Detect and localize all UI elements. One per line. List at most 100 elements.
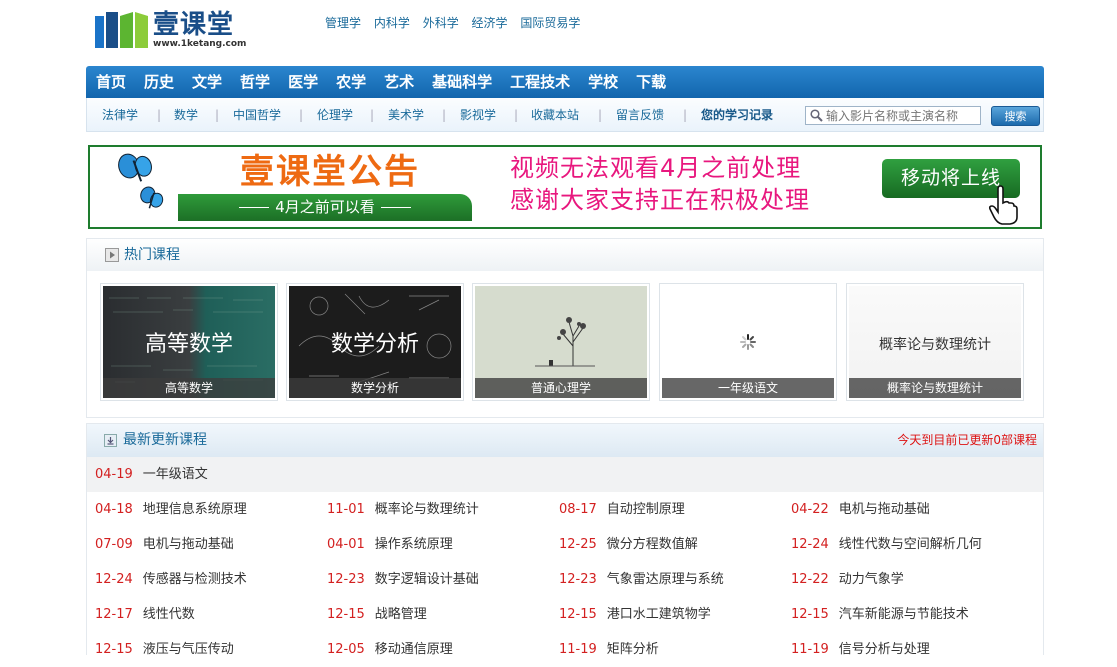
list-item[interactable]: 11-01 概率论与数理统计 bbox=[327, 492, 479, 527]
subnav-item[interactable]: 伦理学 bbox=[317, 98, 353, 132]
list-item[interactable]: 12-23 气象雷达原理与系统 bbox=[559, 562, 724, 597]
search-icon bbox=[810, 109, 823, 122]
list-item-date: 12-15 bbox=[791, 607, 829, 622]
list-item[interactable]: 12-22 动力气象学 bbox=[791, 562, 904, 597]
nav-item[interactable]: 首页 bbox=[86, 66, 135, 98]
subnav-item[interactable]: 中国哲学 bbox=[233, 98, 281, 132]
course-card[interactable]: 一年级语文 bbox=[659, 283, 837, 401]
list-item-date: 08-17 bbox=[559, 502, 597, 517]
list-item[interactable]: 12-17 线性代数 bbox=[95, 597, 195, 632]
list-item[interactable]: 11-19 信号分析与处理 bbox=[791, 632, 930, 667]
list-item-name: 一年级语文 bbox=[142, 467, 208, 482]
list-item-name: 动力气象学 bbox=[838, 572, 904, 587]
list-item-name: 线性代数 bbox=[142, 607, 195, 622]
course-caption: 概率论与数理统计 bbox=[849, 378, 1021, 398]
course-card[interactable]: 数学分析 数学分析 bbox=[286, 283, 464, 401]
nav-item[interactable]: 文学 bbox=[183, 66, 231, 98]
update-count-note: 今天到目前已更新0部课程 bbox=[897, 433, 1037, 447]
course-caption: 普通心理学 bbox=[475, 378, 647, 398]
subnav-item[interactable]: 数学 bbox=[174, 98, 198, 132]
list-item-name: 传感器与检测技术 bbox=[142, 572, 247, 587]
latest-courses-section: 最新更新课程 今天到目前已更新0部课程 04-19 一年级语文 04-18 地理信息… bbox=[86, 423, 1044, 657]
play-icon bbox=[105, 248, 119, 262]
list-item-name: 港口水工建筑物学 bbox=[606, 607, 711, 622]
list-item[interactable]: 12-15 汽车新能源与节能技术 bbox=[791, 597, 969, 632]
list-item[interactable]: 12-24 线性代数与空间解析几何 bbox=[791, 527, 982, 562]
site-logo[interactable]: 壹课堂 www.1ketang.com bbox=[95, 8, 247, 52]
top-link[interactable]: 管理学 bbox=[325, 16, 361, 30]
book-logo-icon bbox=[95, 12, 148, 48]
search-button[interactable]: 搜索 bbox=[991, 106, 1040, 126]
course-card[interactable]: 普通心理学 bbox=[472, 283, 650, 401]
search-box[interactable] bbox=[805, 106, 981, 125]
list-item[interactable]: 04-01 操作系统原理 bbox=[327, 527, 453, 562]
subnav-item[interactable]: 影视学 bbox=[460, 98, 496, 132]
latest-courses-title: 最新更新课程 bbox=[123, 432, 207, 448]
list-item[interactable]: 11-19 矩阵分析 bbox=[559, 632, 659, 667]
logo-domain: www.1ketang.com bbox=[153, 39, 247, 49]
list-item[interactable]: 04-22 电机与拖动基础 bbox=[791, 492, 930, 527]
list-item[interactable]: 08-17 自动控制原理 bbox=[559, 492, 685, 527]
banner-message-1: 视频无法观看4月之前处理 bbox=[510, 154, 802, 182]
list-item-name: 电机与拖动基础 bbox=[838, 502, 930, 517]
hot-courses-title: 热门课程 bbox=[124, 247, 180, 263]
nav-item[interactable]: 农学 bbox=[327, 66, 375, 98]
list-item[interactable]: 12-15 港口水工建筑物学 bbox=[559, 597, 711, 632]
list-item-name: 电机与拖动基础 bbox=[142, 537, 234, 552]
list-item[interactable]: 12-05 移动通信原理 bbox=[327, 632, 453, 667]
nav-item[interactable]: 工程技术 bbox=[501, 66, 579, 98]
bookmark-link[interactable]: 收藏本站 bbox=[531, 98, 579, 132]
nav-item[interactable]: 历史 bbox=[135, 66, 183, 98]
list-item-date: 07-09 bbox=[95, 537, 133, 552]
nav-item[interactable]: 基础科学 bbox=[423, 66, 501, 98]
list-item-date: 12-17 bbox=[95, 607, 133, 622]
list-item-name: 自动控制原理 bbox=[606, 502, 685, 517]
course-caption: 高等数学 bbox=[103, 378, 275, 398]
subnav-separator: | bbox=[370, 108, 375, 122]
nav-item[interactable]: 艺术 bbox=[375, 66, 423, 98]
list-item-date: 04-18 bbox=[95, 502, 133, 517]
list-item[interactable]: 12-15 战略管理 bbox=[327, 597, 427, 632]
list-item[interactable]: 12-15 液压与气压传动 bbox=[95, 632, 234, 667]
list-item-date: 12-23 bbox=[327, 572, 365, 587]
top-link[interactable]: 内科学 bbox=[374, 16, 410, 30]
list-item-date: 12-22 bbox=[791, 572, 829, 587]
list-item-name: 数字逻辑设计基础 bbox=[374, 572, 479, 587]
feedback-link[interactable]: 留言反馈 bbox=[616, 98, 664, 132]
subnav-item[interactable]: 美术学 bbox=[388, 98, 424, 132]
subnav-separator: | bbox=[157, 108, 162, 122]
top-link[interactable]: 国际贸易学 bbox=[520, 16, 580, 30]
course-overlay-title: 概率论与数理统计 bbox=[879, 337, 991, 353]
list-item[interactable]: 04-18 地理信息系统原理 bbox=[95, 492, 247, 527]
announcement-banner[interactable]: 壹课堂公告 4月之前可以看 视频无法观看4月之前处理 感谢大家支持正在积极处理 … bbox=[88, 145, 1042, 229]
list-item[interactable]: 12-24 传感器与检测技术 bbox=[95, 562, 247, 597]
list-item[interactable]: 12-23 数字逻辑设计基础 bbox=[327, 562, 479, 597]
top-link[interactable]: 经济学 bbox=[472, 16, 508, 30]
list-item-name: 地理信息系统原理 bbox=[142, 502, 247, 517]
banner-title: 壹课堂公告 bbox=[240, 152, 420, 192]
search-input[interactable] bbox=[826, 107, 976, 124]
study-record-link[interactable]: 您的学习记录 bbox=[701, 98, 773, 132]
list-item-date: 04-19 bbox=[95, 467, 133, 482]
nav-item[interactable]: 哲学 bbox=[231, 66, 279, 98]
nav-item[interactable]: 医学 bbox=[279, 66, 327, 98]
course-card[interactable]: 概率论与数理统计 概率论与数理统计 bbox=[846, 283, 1024, 401]
nav-item[interactable]: 下载 bbox=[627, 66, 675, 98]
list-item[interactable]: 12-25 微分方程数值解 bbox=[559, 527, 698, 562]
course-overlay-title: 数学分析 bbox=[330, 332, 419, 357]
list-item[interactable]: 07-09 电机与拖动基础 bbox=[95, 527, 234, 562]
nav-item[interactable]: 学校 bbox=[579, 66, 627, 98]
sub-nav: 法律学 | 数学 | 中国哲学 | 伦理学 | 美术学 | 影视学 | 收藏本站… bbox=[86, 98, 1044, 132]
subnav-item[interactable]: 法律学 bbox=[102, 98, 138, 132]
latest-first-row bbox=[87, 457, 1043, 492]
list-item-date: 12-15 bbox=[327, 607, 365, 622]
list-item-name: 操作系统原理 bbox=[374, 537, 453, 552]
list-item-date: 04-01 bbox=[327, 537, 365, 552]
top-link[interactable]: 外科学 bbox=[423, 16, 459, 30]
list-item-name: 战略管理 bbox=[374, 607, 427, 622]
list-item[interactable]: 04-19 一年级语文 bbox=[95, 457, 208, 492]
top-links: 管理学 内科学 外科学 经济学 国际贸易学 bbox=[325, 14, 589, 31]
pointer-hand-icon bbox=[988, 185, 1018, 225]
course-card[interactable]: 高等数学 高等数学 bbox=[100, 283, 278, 401]
list-item-date: 04-22 bbox=[791, 502, 829, 517]
